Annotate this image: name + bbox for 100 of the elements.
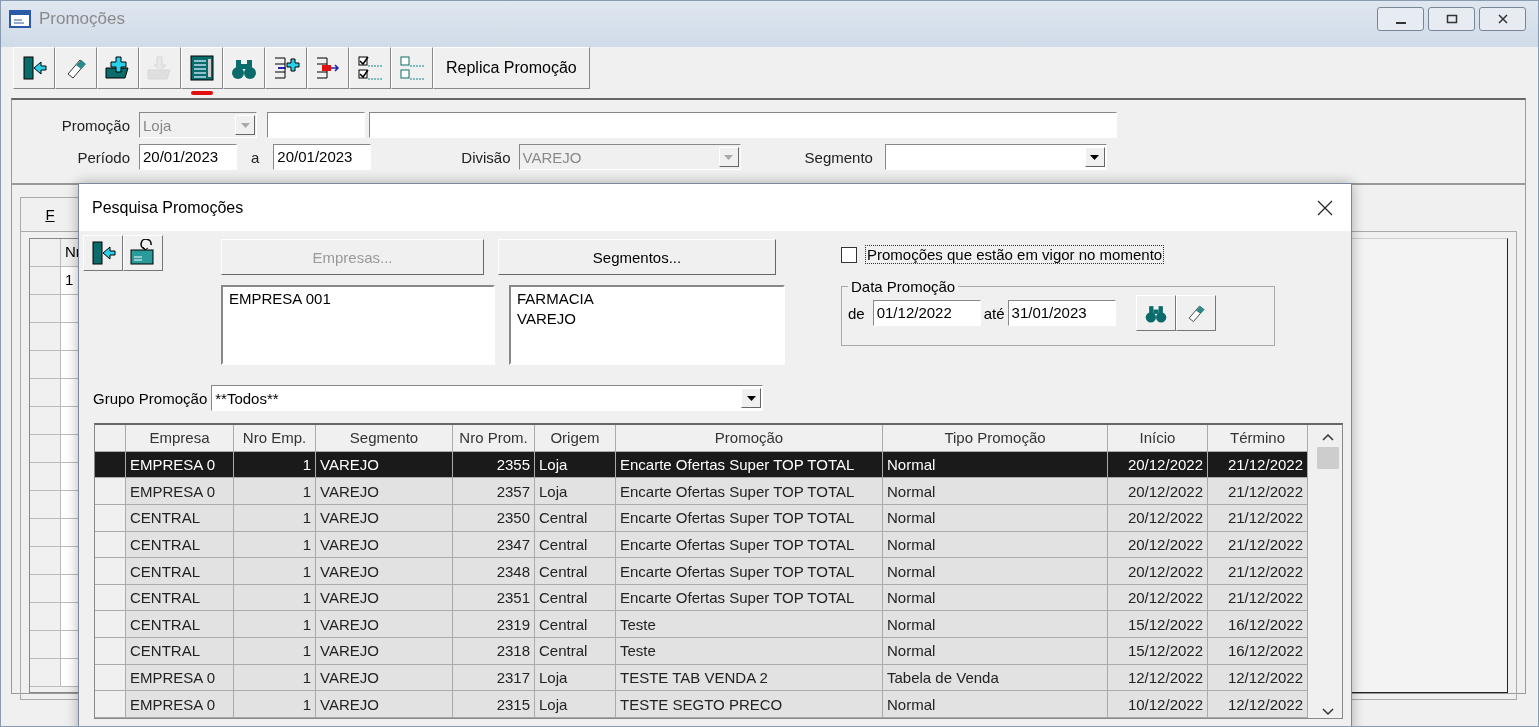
table-cell: CENTRAL [126, 611, 234, 638]
table-cell: Loja [535, 478, 616, 504]
table-cell: Encarte Ofertas Super TOP TOTAL [616, 584, 883, 611]
segments-button[interactable]: Segmentos... [498, 239, 776, 275]
table-row[interactable]: EMPRESA 0 1 VAREJO 2355 Loja Encarte Ofertas Super TOP TOTAL Normal 20/12/2022 21/12/2022 [95, 451, 1308, 479]
list-item[interactable]: EMPRESA 001 [229, 289, 487, 309]
table-row[interactable]: CENTRAL 1 VAREJO 2351 Central Encarte Ofertas Super TOP TOTAL Normal 20/12/2022 21/12/2022 [95, 584, 1308, 612]
segments-list[interactable]: FARMACIA VAREJO [509, 285, 785, 365]
table-cell: Encarte Ofertas Super TOP TOTAL [616, 451, 883, 478]
table-cell: 15/12/2022 [1108, 638, 1208, 664]
table-cell: 20/12/2022 [1108, 451, 1208, 478]
table-cell: 1 [234, 478, 316, 504]
table-row[interactable]: CENTRAL 1 VAREJO 2318 Central Teste Normal 15/12/2022 16/12/2022 [95, 638, 1308, 665]
table-cell: VAREJO [316, 584, 453, 611]
table-row[interactable]: CENTRAL 1 VAREJO 2350 Central Encarte Ofertas Super TOP TOTAL Normal 20/12/2022 21/12/2022 [95, 504, 1308, 532]
table-cell: VAREJO [316, 691, 453, 718]
table-cell: Central [535, 584, 616, 611]
column-header[interactable]: Nro Emp. [234, 425, 316, 451]
table-cell: 16/12/2022 [1208, 638, 1308, 664]
column-header[interactable]: Promoção [616, 425, 883, 451]
column-header[interactable]: Empresa [126, 425, 234, 451]
table-cell: VAREJO [316, 664, 453, 691]
date-field[interactable]: 20/01/2023 [273, 144, 372, 170]
column-header[interactable]: Tipo Promoção [883, 425, 1108, 451]
table-row[interactable]: EMPRESA 0 1 VAREJO 2315 Loja TESTE SEGTO PRECO Normal 10/12/2022 12/12/2022 [95, 691, 1308, 718]
table-cell: Normal [883, 584, 1108, 611]
table-cell: Normal [883, 611, 1108, 638]
table-cell: 1 [234, 638, 316, 664]
table-cell: TESTE SEGTO PRECO [616, 691, 883, 718]
table-cell: Normal [883, 504, 1108, 531]
table-cell: EMPRESA 0 [126, 691, 234, 718]
table-cell: Central [535, 611, 616, 638]
table-cell: VAREJO [316, 638, 453, 664]
table-cell: Tabela de Venda [883, 664, 1108, 691]
column-header[interactable]: Término [1208, 425, 1308, 451]
table-cell: VAREJO [316, 451, 453, 478]
column-header[interactable]: Nro Prom. [453, 425, 535, 451]
promotion-group-dropdown[interactable]: **Todos** [211, 385, 764, 411]
table-cell: 20/12/2022 [1108, 558, 1208, 584]
table-cell: 1 [234, 531, 316, 558]
table-cell: 1 [234, 584, 316, 611]
list-item[interactable]: VAREJO [517, 309, 777, 329]
date-field[interactable]: 20/01/2023 [139, 144, 237, 170]
table-cell: EMPRESA 0 [126, 478, 234, 504]
table-cell: 2357 [453, 478, 535, 504]
table-cell: 2315 [453, 691, 535, 718]
table-cell: 2355 [453, 451, 535, 478]
table-cell: 1 [234, 451, 316, 478]
table-cell: 2318 [453, 638, 535, 664]
table-cell: 20/12/2022 [1108, 504, 1208, 531]
table-cell: VAREJO [316, 504, 453, 531]
table-row[interactable]: EMPRESA 0 1 VAREJO 2317 Loja TESTE TAB VENDA 2 Tabela de Venda 12/12/2022 12/12/2022 [95, 664, 1308, 692]
table-cell: 12/12/2022 [1208, 691, 1308, 718]
dialog-title: Pesquisa Promoções [92, 198, 244, 217]
table-cell: Normal [883, 691, 1108, 718]
table-cell: 21/12/2022 [1208, 478, 1308, 504]
field-label: de [848, 304, 865, 322]
column-header[interactable]: Origem [535, 425, 616, 451]
date-field[interactable]: 01/12/2022 [872, 300, 981, 326]
field-label: Segmento [804, 148, 873, 166]
table-cell: CENTRAL [126, 504, 234, 531]
window-title: Promoções [39, 9, 125, 29]
table-cell: 12/12/2022 [1208, 664, 1308, 691]
table-cell: Loja [535, 691, 616, 718]
date-field[interactable]: 31/01/2023 [1007, 300, 1116, 326]
table-cell: Encarte Ofertas Super TOP TOTAL [616, 504, 883, 531]
companies-list[interactable]: EMPRESA 001 [221, 285, 495, 365]
table-cell: 2317 [453, 664, 535, 691]
list-item[interactable]: FARMACIA [517, 289, 777, 309]
field-label: até [983, 304, 1005, 322]
table-cell: VAREJO [316, 611, 453, 638]
field-label: Grupo Promoção [93, 389, 208, 407]
table-cell: 21/12/2022 [1208, 504, 1308, 531]
table-cell: 15/12/2022 [1108, 611, 1208, 638]
column-header[interactable]: Segmento [316, 425, 453, 451]
column-header[interactable]: Início [1108, 425, 1208, 451]
checkbox-label[interactable]: Promoções que estão em vigor no momento [865, 245, 1165, 264]
tab[interactable]: F [20, 197, 80, 231]
table-cell: Central [535, 638, 616, 664]
table-cell: 1 [234, 611, 316, 638]
table-cell: 2319 [453, 611, 535, 638]
replica-button[interactable]: Replica Promoção [433, 47, 590, 89]
table-row[interactable]: CENTRAL 1 VAREJO 2347 Central Encarte Ofertas Super TOP TOTAL Normal 20/12/2022 21/12/2022 [95, 531, 1308, 559]
table-row[interactable]: CENTRAL 1 VAREJO 2319 Central Teste Normal 15/12/2022 16/12/2022 [95, 611, 1308, 639]
table-cell: CENTRAL [126, 558, 234, 584]
table-cell: 20/12/2022 [1108, 478, 1208, 504]
table-cell: TESTE TAB VENDA 2 [616, 664, 883, 691]
table-cell: Encarte Ofertas Super TOP TOTAL [616, 531, 883, 558]
table-cell: VAREJO [316, 478, 453, 504]
table-row[interactable]: CENTRAL 1 VAREJO 2348 Central Encarte Ofertas Super TOP TOTAL Normal 20/12/2022 21/12/2022 [95, 558, 1308, 585]
table-cell: Loja [535, 451, 616, 478]
group-title: Data Promoção [850, 278, 957, 295]
table-cell: Normal [883, 558, 1108, 584]
table-row[interactable]: EMPRESA 0 1 VAREJO 2357 Loja Encarte Ofertas Super TOP TOTAL Normal 20/12/2022 21/12/2022 [95, 478, 1308, 505]
table-cell: 1 [234, 691, 316, 718]
table-cell: 21/12/2022 [1208, 584, 1308, 611]
table-cell: Encarte Ofertas Super TOP TOTAL [616, 478, 883, 504]
table-cell: 20/12/2022 [1108, 531, 1208, 558]
table-cell: VAREJO [316, 558, 453, 584]
table-cell: Teste [616, 611, 883, 638]
